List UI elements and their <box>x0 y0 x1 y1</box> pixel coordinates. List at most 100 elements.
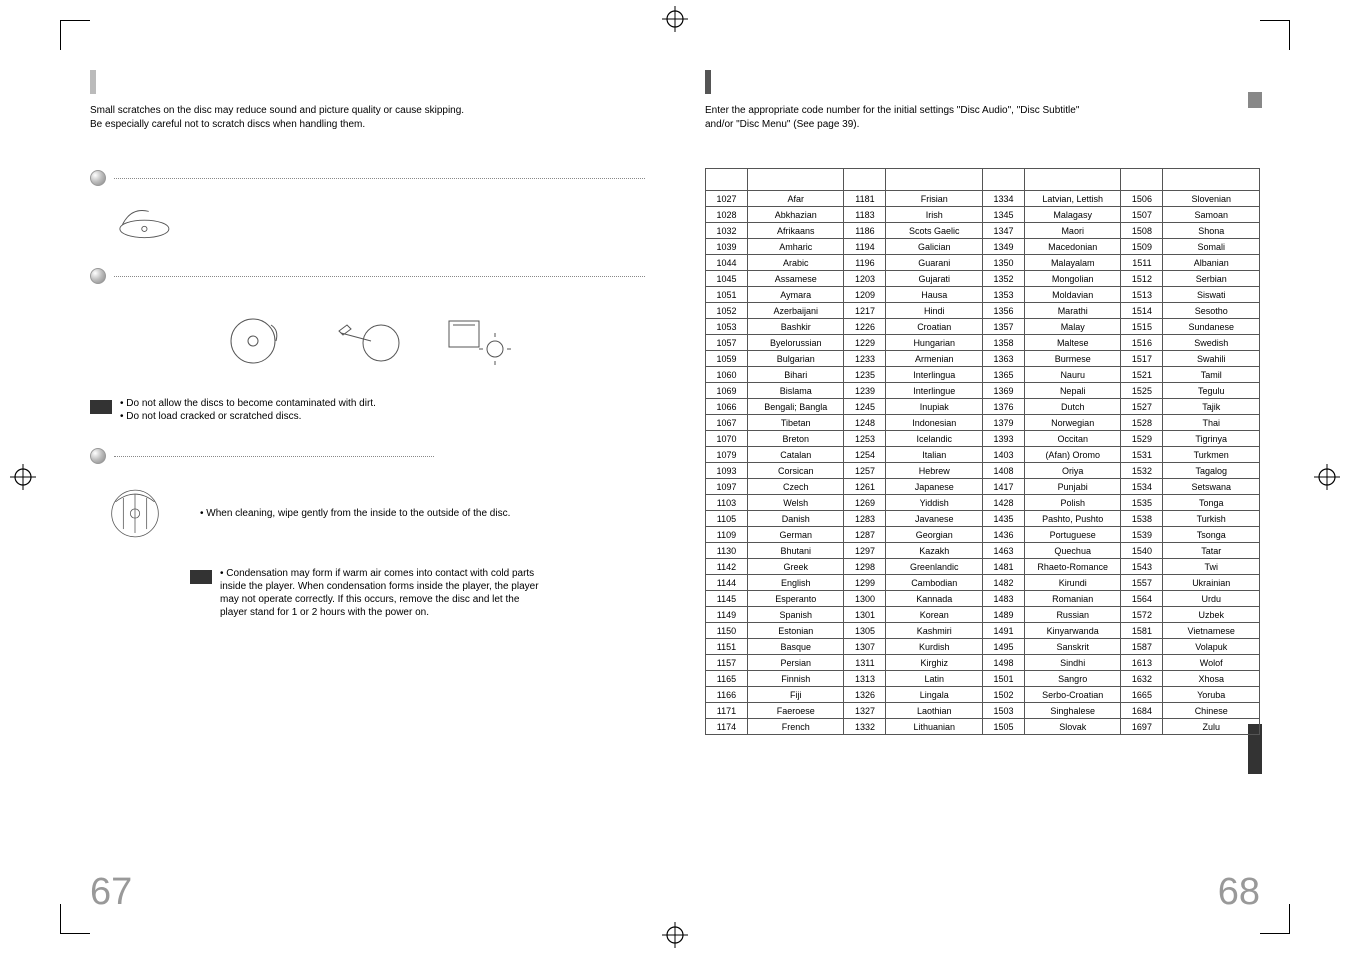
table-cell: 1513 <box>1121 287 1163 303</box>
table-cell: Kashmiri <box>886 623 983 639</box>
table-cell: Kinyarwanda <box>1024 623 1121 639</box>
table-header <box>982 169 1024 191</box>
table-cell: 1517 <box>1121 351 1163 367</box>
crop-mark <box>1260 904 1290 934</box>
table-cell: 1069 <box>706 383 748 399</box>
table-row: 1045Assamese1203Gujarati1352Mongolian151… <box>706 271 1260 287</box>
table-cell: 1186 <box>844 223 886 239</box>
table-row: 1142Greek1298Greenlandic1481Rhaeto-Roman… <box>706 559 1260 575</box>
table-row: 1093Corsican1257Hebrew1408Oriya1532Tagal… <box>706 463 1260 479</box>
table-cell: 1528 <box>1121 415 1163 431</box>
table-cell: Sindhi <box>1024 655 1121 671</box>
table-cell: 1311 <box>844 655 886 671</box>
note-line: • Do not allow the discs to become conta… <box>120 398 645 409</box>
table-cell: 1502 <box>982 687 1024 703</box>
table-row: 1057Byelorussian1229Hungarian1358Maltese… <box>706 335 1260 351</box>
table-cell: 1032 <box>706 223 748 239</box>
table-cell: Welsh <box>747 495 844 511</box>
note-tag-icon <box>190 570 212 584</box>
table-cell: 1613 <box>1121 655 1163 671</box>
table-cell: Urdu <box>1163 591 1260 607</box>
crop-mark <box>60 20 90 50</box>
table-cell: Serbo-Croatian <box>1024 687 1121 703</box>
section-heading <box>90 268 645 284</box>
table-cell: 1356 <box>982 303 1024 319</box>
table-cell: Quechua <box>1024 543 1121 559</box>
registration-mark-icon <box>1314 464 1340 490</box>
table-cell: Estonian <box>747 623 844 639</box>
section-marker <box>705 70 711 94</box>
table-cell: Tonga <box>1163 495 1260 511</box>
table-cell: 1194 <box>844 239 886 255</box>
bullet-dot-icon <box>90 170 106 186</box>
table-cell: 1151 <box>706 639 748 655</box>
table-cell: 1229 <box>844 335 886 351</box>
table-cell: Icelandic <box>886 431 983 447</box>
table-cell: Scots Gaelic <box>886 223 983 239</box>
table-cell: 1543 <box>1121 559 1163 575</box>
table-cell: 1506 <box>1121 191 1163 207</box>
table-cell: 1481 <box>982 559 1024 575</box>
table-cell: 1093 <box>706 463 748 479</box>
crop-mark <box>60 904 90 934</box>
table-cell: Punjabi <box>1024 479 1121 495</box>
table-cell: Greek <box>747 559 844 575</box>
table-row: 1039Amharic1194Galician1349Macedonian150… <box>706 239 1260 255</box>
table-cell: 1352 <box>982 271 1024 287</box>
table-cell: Tsonga <box>1163 527 1260 543</box>
table-cell: Sesotho <box>1163 303 1260 319</box>
table-cell: 1529 <box>1121 431 1163 447</box>
table-cell: 1508 <box>1121 223 1163 239</box>
table-cell: 1299 <box>844 575 886 591</box>
table-cell: 1059 <box>706 351 748 367</box>
table-cell: Ukrainian <box>1163 575 1260 591</box>
table-cell: 1066 <box>706 399 748 415</box>
intro-line: Small scratches on the disc may reduce s… <box>90 104 645 118</box>
table-cell: 1057 <box>706 335 748 351</box>
table-cell: Greenlandic <box>886 559 983 575</box>
table-cell: Finnish <box>747 671 844 687</box>
table-row: 1060Bihari1235Interlingua1365Nauru1521Ta… <box>706 367 1260 383</box>
table-cell: 1027 <box>706 191 748 207</box>
table-cell: Assamese <box>747 271 844 287</box>
table-cell: Bengali; Bangla <box>747 399 844 415</box>
table-cell: 1436 <box>982 527 1024 543</box>
note-line: may not operate correctly. If this occur… <box>220 594 645 605</box>
table-cell: 1512 <box>1121 271 1163 287</box>
table-cell: 1564 <box>1121 591 1163 607</box>
table-row: 1079Catalan1254Italian1403(Afan) Oromo15… <box>706 447 1260 463</box>
table-row: 1053Bashkir1226Croatian1357Malay1515Sund… <box>706 319 1260 335</box>
table-cell: 1435 <box>982 511 1024 527</box>
table-cell: Thai <box>1163 415 1260 431</box>
table-row: 1032Afrikaans1186Scots Gaelic1347Maori15… <box>706 223 1260 239</box>
table-row: 1150Estonian1305Kashmiri1491Kinyarwanda1… <box>706 623 1260 639</box>
table-cell: 1060 <box>706 367 748 383</box>
table-cell: 1572 <box>1121 607 1163 623</box>
table-cell: 1327 <box>844 703 886 719</box>
table-cell: 1307 <box>844 639 886 655</box>
table-cell: 1345 <box>982 207 1024 223</box>
table-cell: Hausa <box>886 287 983 303</box>
table-cell: 1045 <box>706 271 748 287</box>
table-cell: 1515 <box>1121 319 1163 335</box>
table-cell: Japanese <box>886 479 983 495</box>
note-block: • Do not allow the discs to become conta… <box>90 398 645 424</box>
intro-text: Enter the appropriate code number for th… <box>705 104 1260 132</box>
table-cell: Dutch <box>1024 399 1121 415</box>
registration-mark-icon <box>662 922 688 948</box>
table-cell: Breton <box>747 431 844 447</box>
table-cell: Oriya <box>1024 463 1121 479</box>
table-cell: 1521 <box>1121 367 1163 383</box>
table-cell: 1097 <box>706 479 748 495</box>
disc-no-write-illustration <box>328 310 408 370</box>
table-cell: 1557 <box>1121 575 1163 591</box>
table-cell: 1165 <box>706 671 748 687</box>
table-cell: 1587 <box>1121 639 1163 655</box>
table-cell: 1358 <box>982 335 1024 351</box>
table-cell: 1363 <box>982 351 1024 367</box>
table-cell: Fiji <box>747 687 844 703</box>
table-cell: 1365 <box>982 367 1024 383</box>
table-cell: 1511 <box>1121 255 1163 271</box>
table-cell: 1428 <box>982 495 1024 511</box>
table-cell: 1305 <box>844 623 886 639</box>
